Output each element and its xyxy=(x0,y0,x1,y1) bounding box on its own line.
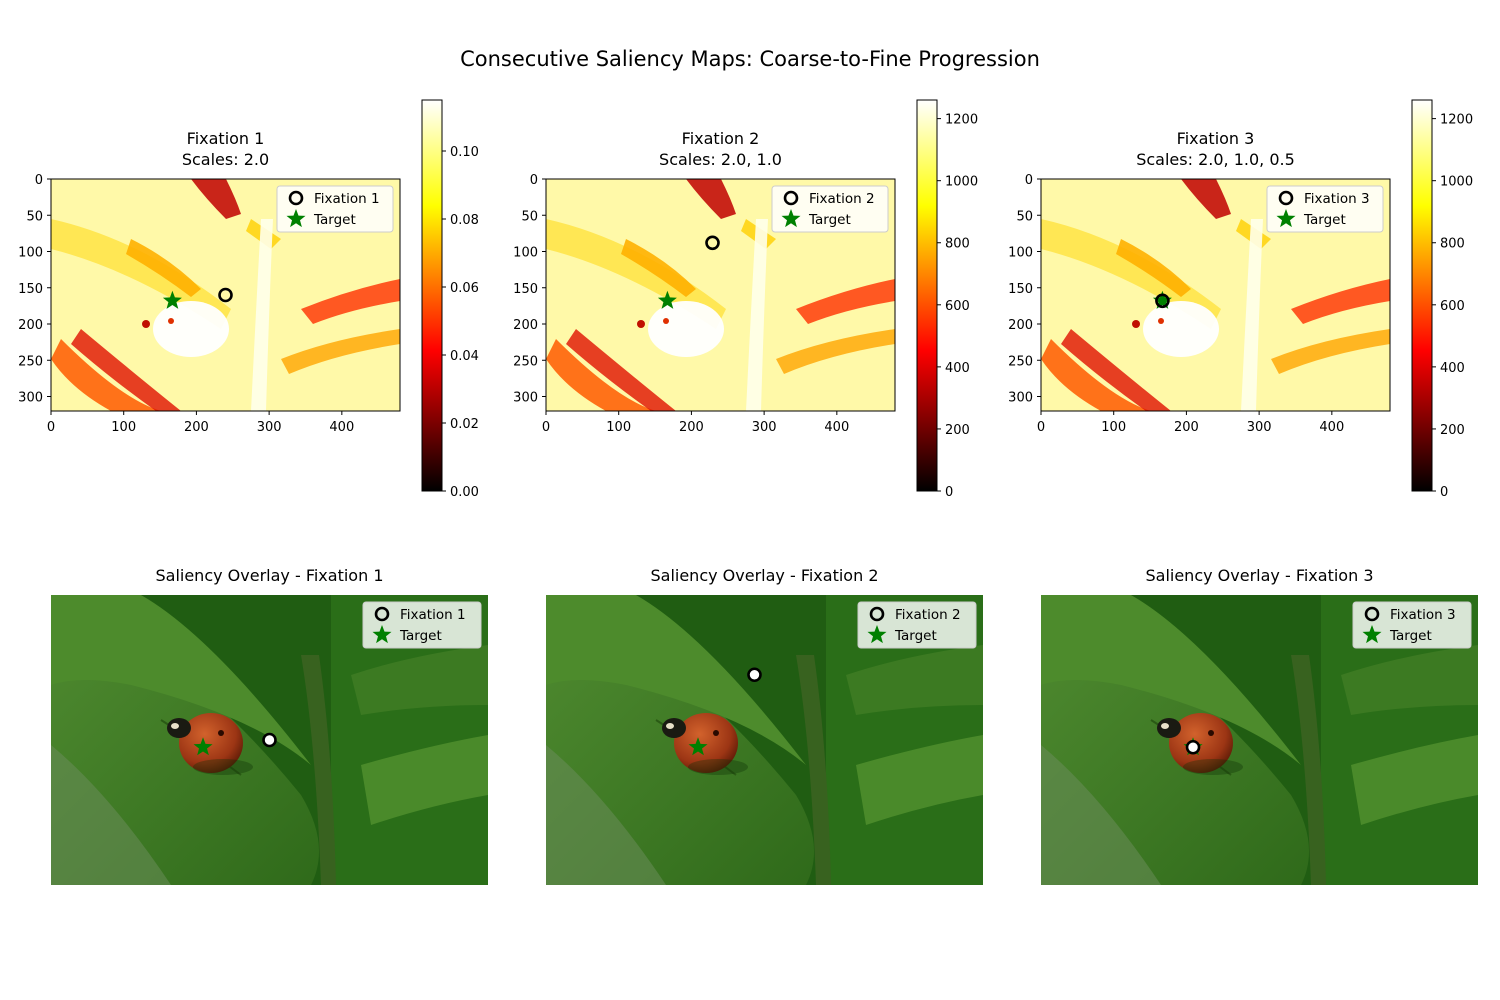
overlay-title: Saliency Overlay - Fixation 3 xyxy=(1145,566,1373,585)
colorbar-tick-label: 0.04 xyxy=(450,349,479,364)
saliency-map-2: Fixation 2 Scales: 2.0, 1.0 0 100 200 300 400 0… xyxy=(513,99,978,500)
y-tick-label: 250 xyxy=(513,354,538,369)
fixation-marker xyxy=(747,667,762,683)
x-tick-label: 100 xyxy=(1101,420,1126,435)
panel-title-line2: Scales: 2.0, 1.0, 0.5 xyxy=(1136,150,1295,169)
colorbar-tick-label: 600 xyxy=(945,299,970,314)
panel-title-line1: Fixation 2 xyxy=(682,129,760,148)
colorbar-tick-label: 1000 xyxy=(1440,175,1473,190)
x-tick-label: 100 xyxy=(606,420,631,435)
legend-target-label: Target xyxy=(894,628,937,644)
legend-target-label: Target xyxy=(1389,628,1432,644)
y-tick-label: 0 xyxy=(1025,173,1033,188)
y-tick-label: 300 xyxy=(513,391,538,406)
colorbar-tick-label: 0.00 xyxy=(450,485,479,500)
saliency-map-3: Fixation 3 Scales: 2.0, 1.0, 0.5 0 100 200 30… xyxy=(1008,99,1473,500)
y-tick-label: 200 xyxy=(1008,318,1033,333)
x-tick-label: 200 xyxy=(184,420,209,435)
colorbar-tick-label: 0.02 xyxy=(450,417,479,432)
legend-target-label: Target xyxy=(808,212,851,228)
overlay-2: Saliency Overlay - Fixation 2 Fixation 2 T… xyxy=(545,566,984,886)
colorbar-tick-label: 200 xyxy=(1440,423,1465,438)
panel-title-line1: Fixation 3 xyxy=(1177,129,1255,148)
colorbar-tick-label: 1000 xyxy=(945,175,978,190)
y-tick-label: 200 xyxy=(513,318,538,333)
y-tick-label: 0 xyxy=(530,173,538,188)
panel-title-line2: Scales: 2.0 xyxy=(182,150,269,169)
x-tick-label: 200 xyxy=(679,420,704,435)
x-tick-label: 300 xyxy=(752,420,777,435)
fixation-marker xyxy=(1185,739,1201,755)
colorbar-tick-label: 0 xyxy=(1440,485,1448,500)
x-tick-label: 300 xyxy=(1247,420,1272,435)
y-tick-label: 150 xyxy=(18,282,43,297)
x-tick-label: 200 xyxy=(1174,420,1199,435)
colorbar xyxy=(916,99,938,492)
y-tick-label: 250 xyxy=(1008,354,1033,369)
legend-target-label: Target xyxy=(313,212,356,228)
x-tick-label: 0 xyxy=(47,420,55,435)
x-tick-label: 0 xyxy=(542,420,550,435)
legend-fixation-label: Fixation 2 xyxy=(809,191,875,207)
saliency-map-1: Fixation 1 Scales: 2.0 0 100 200 300 400 0 50 100… xyxy=(18,99,479,500)
colorbar-tick-label: 0.10 xyxy=(450,145,479,160)
overlay-3: Saliency Overlay - Fixation 3 Fixation 3 T… xyxy=(1040,566,1479,886)
colorbar-tick-label: 0 xyxy=(945,485,953,500)
overlay-1: Saliency Overlay - Fixation 1 Fixation 1 T… xyxy=(50,566,489,886)
figure-title: Consecutive Saliency Maps: Coarse-to-Fin… xyxy=(460,47,1040,71)
legend-fixation-label: Fixation 2 xyxy=(895,607,961,623)
x-tick-label: 300 xyxy=(257,420,282,435)
y-tick-label: 50 xyxy=(1016,209,1033,224)
colorbar-tick-label: 0.06 xyxy=(450,281,479,296)
legend-target-label: Target xyxy=(399,628,442,644)
x-tick-label: 400 xyxy=(824,420,849,435)
legend-fixation-label: Fixation 3 xyxy=(1390,607,1456,623)
x-tick-label: 100 xyxy=(111,420,136,435)
y-tick-label: 200 xyxy=(18,318,43,333)
colorbar-tick-label: 1200 xyxy=(945,113,978,128)
legend-target-label: Target xyxy=(1303,212,1346,228)
colorbar-tick-label: 1200 xyxy=(1440,113,1473,128)
legend-fixation-label: Fixation 1 xyxy=(314,191,380,207)
fixation-marker xyxy=(262,732,277,748)
colorbar-tick-label: 400 xyxy=(1440,361,1465,376)
y-tick-label: 300 xyxy=(18,391,43,406)
colorbar-tick-label: 800 xyxy=(945,237,970,252)
y-tick-label: 50 xyxy=(521,209,538,224)
y-tick-label: 0 xyxy=(35,173,43,188)
y-tick-label: 250 xyxy=(18,354,43,369)
overlay-title: Saliency Overlay - Fixation 2 xyxy=(650,566,878,585)
panel-title-line1: Fixation 1 xyxy=(187,129,265,148)
x-tick-label: 400 xyxy=(329,420,354,435)
colorbar-tick-label: 800 xyxy=(1440,237,1465,252)
y-tick-label: 150 xyxy=(513,282,538,297)
y-tick-label: 300 xyxy=(1008,391,1033,406)
colorbar xyxy=(421,99,443,492)
panel-title-line2: Scales: 2.0, 1.0 xyxy=(659,150,782,169)
x-tick-label: 0 xyxy=(1037,420,1045,435)
figure: Consecutive Saliency Maps: Coarse-to-Fin… xyxy=(18,47,1479,886)
colorbar-tick-label: 200 xyxy=(945,423,970,438)
colorbar-tick-label: 600 xyxy=(1440,299,1465,314)
legend-fixation-label: Fixation 3 xyxy=(1304,191,1370,207)
colorbar-tick-label: 400 xyxy=(945,361,970,376)
y-tick-label: 100 xyxy=(1008,246,1033,261)
y-tick-label: 100 xyxy=(18,246,43,261)
y-tick-label: 50 xyxy=(26,209,43,224)
x-tick-label: 400 xyxy=(1319,420,1344,435)
overlay-title: Saliency Overlay - Fixation 1 xyxy=(155,566,383,585)
legend-fixation-label: Fixation 1 xyxy=(400,607,466,623)
y-tick-label: 150 xyxy=(1008,282,1033,297)
colorbar xyxy=(1411,99,1433,492)
colorbar-tick-label: 0.08 xyxy=(450,213,479,228)
y-tick-label: 100 xyxy=(513,246,538,261)
